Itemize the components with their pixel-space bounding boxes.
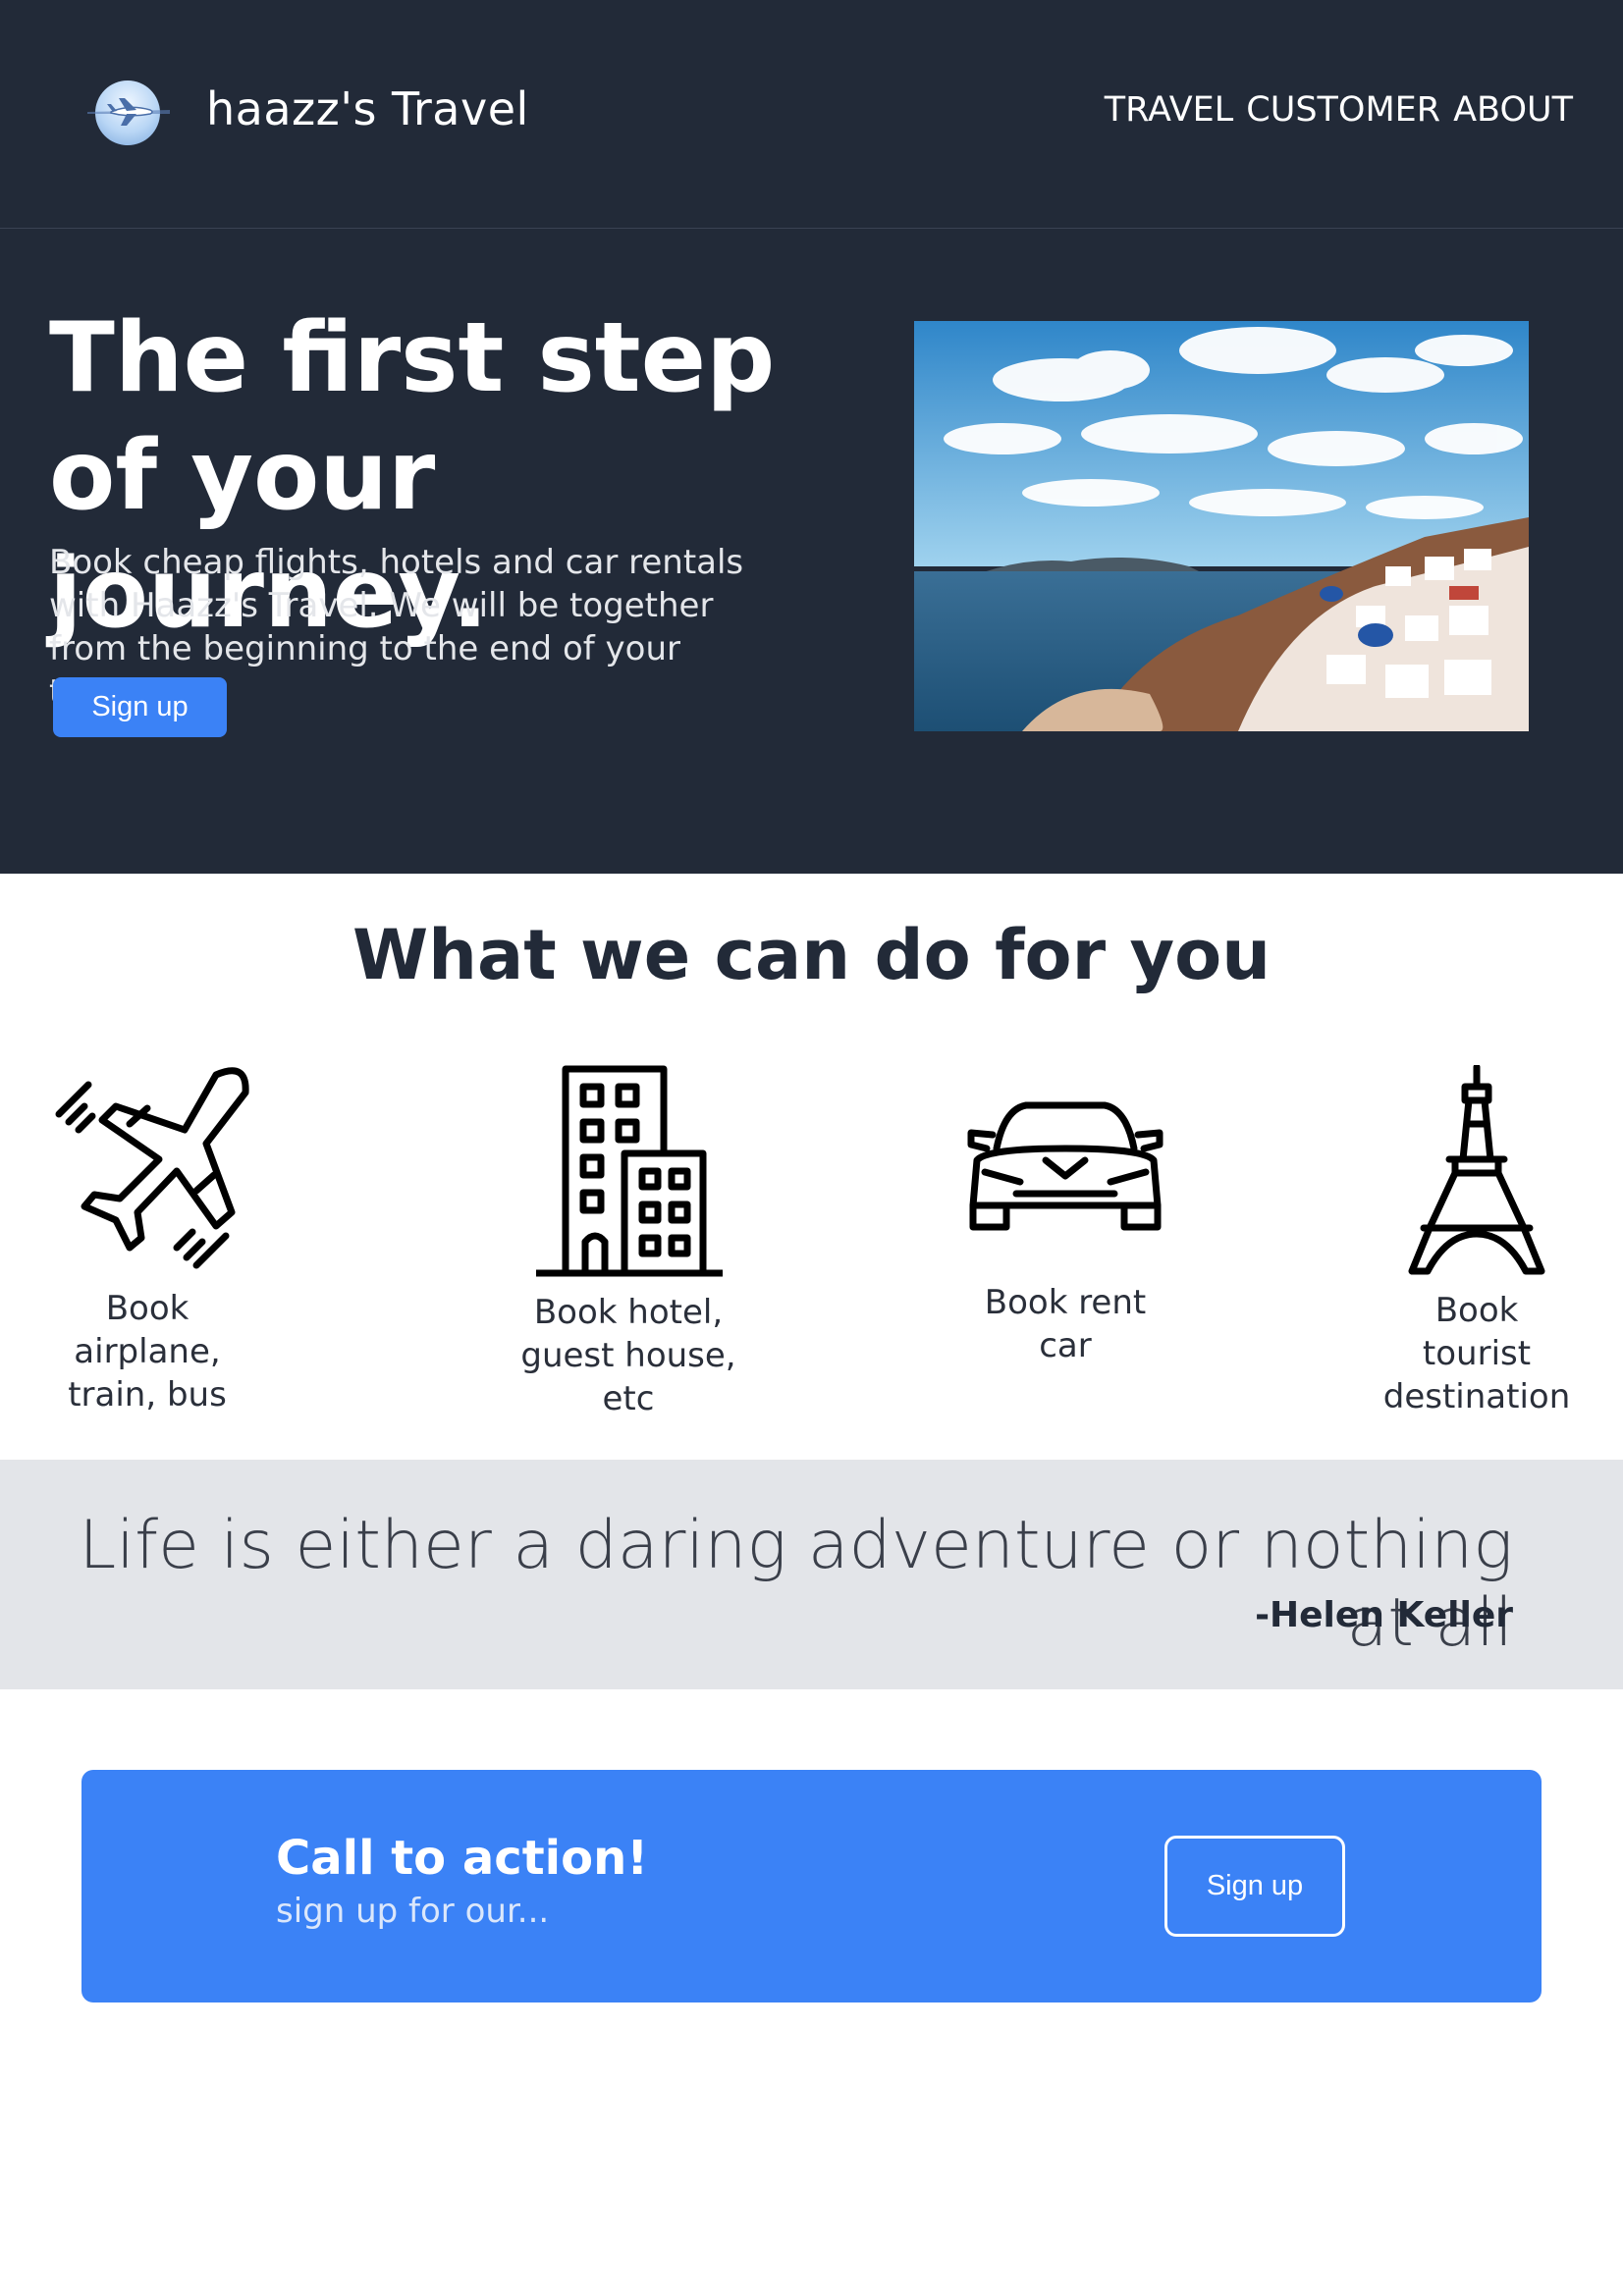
service-label-hotel: Book hotel, guest house, etc <box>520 1293 736 1418</box>
nav-customer[interactable]: CUSTOMER <box>1246 90 1440 130</box>
car-icon <box>967 1101 1163 1231</box>
service-destination[interactable]: Book tourist destination <box>1379 1065 1575 1416</box>
service-car[interactable]: Book rent car <box>957 1065 1173 1379</box>
site-header: haazz's Travel TRAVEL CUSTOMER ABOUT <box>0 0 1623 229</box>
quote-section: Life is either a daring adventure or not… <box>0 1460 1623 1689</box>
service-hotel[interactable]: Book hotel, guest house, etc <box>511 1065 746 1418</box>
nav-about[interactable]: ABOUT <box>1453 90 1573 130</box>
eiffel-tower-icon <box>1408 1065 1545 1275</box>
quote-author: -Helen Keller <box>1255 1595 1513 1635</box>
cta-signup-button[interactable]: Sign up <box>1164 1836 1345 1937</box>
call-to-action-banner: Call to action! sign up for our... Sign … <box>81 1770 1542 2002</box>
nav-travel[interactable]: TRAVEL <box>1105 90 1234 130</box>
hero-signup-button[interactable]: Sign up <box>53 677 227 737</box>
service-label-airplane: Book airplane, train, bus <box>68 1289 227 1415</box>
building-icon <box>536 1065 723 1277</box>
cta-title: Call to action! <box>276 1831 649 1886</box>
quote-text: Life is either a daring adventure or not… <box>79 1507 1513 1662</box>
airplane-icon <box>55 1067 249 1269</box>
services-title: What we can do for you <box>352 915 1271 995</box>
service-label-destination: Book tourist destination <box>1382 1291 1571 1416</box>
main-nav: TRAVEL CUSTOMER ABOUT <box>1105 90 1573 130</box>
airplane-globe-icon[interactable] <box>87 80 170 145</box>
hero-section: The first step of your journey. Book che… <box>0 229 1623 874</box>
cta-subtitle: sign up for our... <box>276 1892 550 1931</box>
service-label-car: Book rent car <box>984 1283 1147 1365</box>
santorini-coast-photo <box>914 321 1529 731</box>
brand-name[interactable]: haazz's Travel <box>206 82 529 135</box>
service-airplane[interactable]: Book airplane, train, bus <box>29 1065 265 1415</box>
